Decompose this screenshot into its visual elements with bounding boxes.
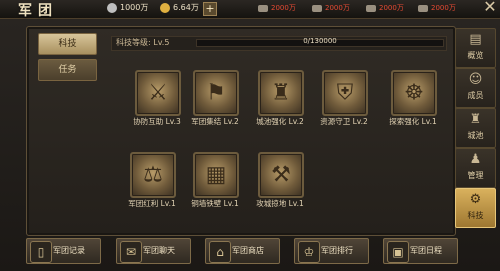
skill-item[interactable]: ☸ 探索强化 Lv.1 bbox=[370, 70, 460, 150]
legion-log-button[interactable]: ▯ 军团记录 bbox=[26, 238, 101, 264]
manage-icon: ♟ bbox=[469, 152, 482, 167]
tech-progress-text: 0/130000 bbox=[303, 37, 337, 45]
legion-schedule-button[interactable]: ▣ 军团日程 bbox=[383, 238, 458, 264]
resource-guard-icon: ⛨ bbox=[322, 70, 368, 116]
tech-level-label: 科技等级: Lv.5 bbox=[116, 38, 170, 47]
troop-count: 2000万 bbox=[418, 3, 456, 13]
sidebar-item-overview[interactable]: ▤ 概览 bbox=[455, 28, 496, 68]
sidebar-item-tech[interactable]: ⚙ 科技 bbox=[455, 188, 496, 228]
troop-count: 2000万 bbox=[366, 3, 404, 13]
tech-icon: ⚙ bbox=[469, 192, 482, 207]
iron-wall-icon: ▦ bbox=[193, 152, 239, 198]
skill-item[interactable]: ⚒ 攻城掠地 Lv.1 bbox=[237, 152, 327, 232]
troop-count: 2000万 bbox=[258, 3, 296, 13]
troop-count: 2000万 bbox=[312, 3, 350, 13]
castle-icon: ♜ bbox=[469, 112, 482, 127]
chariot-icon bbox=[418, 4, 428, 12]
book-icon: ▯ bbox=[30, 241, 52, 263]
chat-icon: ✉ bbox=[120, 241, 142, 263]
tab-tech[interactable]: 科技 bbox=[38, 33, 97, 55]
legion-ranking-button[interactable]: ♔ 军团排行 bbox=[294, 238, 369, 264]
cavalry-icon bbox=[312, 4, 322, 12]
bonus-icon: ⚖ bbox=[130, 152, 176, 198]
add-resource-button[interactable]: + bbox=[203, 2, 217, 16]
silver-coin-icon bbox=[107, 2, 117, 13]
rally-icon: ⚑ bbox=[193, 70, 239, 116]
silver-resource: 1000万 bbox=[107, 2, 148, 13]
sidebar-item-castle[interactable]: ♜ 城池 bbox=[455, 108, 496, 148]
shop-icon: ⌂ bbox=[209, 241, 231, 263]
page-title: 军团 bbox=[18, 3, 58, 19]
legion-shop-button[interactable]: ⌂ 军团商店 bbox=[205, 238, 280, 264]
close-icon[interactable]: ✕ bbox=[480, 0, 500, 17]
members-icon: ☺ bbox=[468, 72, 483, 87]
overview-icon: ▤ bbox=[469, 32, 482, 47]
sidebar-item-members[interactable]: ☺ 成员 bbox=[455, 68, 496, 108]
legion-chat-button[interactable]: ✉ 军团聊天 bbox=[116, 238, 191, 264]
gold-coin-icon bbox=[160, 2, 170, 13]
explore-boost-icon: ☸ bbox=[391, 70, 437, 116]
archer-icon bbox=[366, 4, 376, 12]
city-fortify-icon: ♜ bbox=[258, 70, 304, 116]
tab-tasks[interactable]: 任务 bbox=[38, 59, 97, 81]
infantry-icon bbox=[258, 4, 268, 12]
sidebar-item-manage[interactable]: ♟ 管理 bbox=[455, 148, 496, 188]
siege-icon: ⚒ bbox=[258, 152, 304, 198]
calendar-icon: ▣ bbox=[387, 241, 409, 263]
gold-resource: 6.64万 bbox=[160, 2, 199, 13]
ranking-icon: ♔ bbox=[298, 241, 320, 263]
